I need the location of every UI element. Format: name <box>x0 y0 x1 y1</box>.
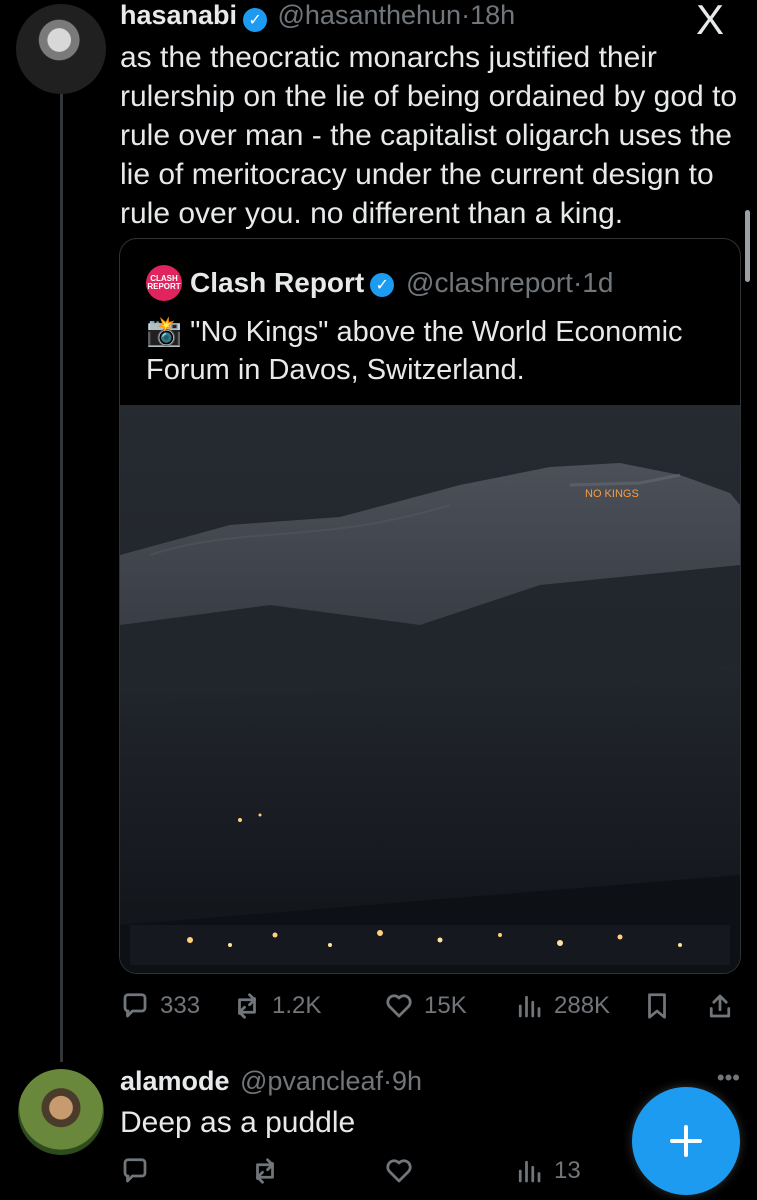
thread-connector <box>60 92 63 1062</box>
reply-icon <box>123 1158 147 1183</box>
more-options-icon[interactable]: ••• <box>660 1065 740 1091</box>
reply-icon <box>123 993 147 1018</box>
bookmark-icon <box>648 993 666 1019</box>
reply-reply-button[interactable] <box>120 1156 150 1186</box>
davos-night-photo: NO KINGS <box>120 405 740 973</box>
quote-author-handle[interactable]: @clashreport <box>406 267 573 298</box>
retweet-count: 1.2K <box>272 992 322 1019</box>
tweet-text: as the theocratic monarchs justified the… <box>120 41 738 230</box>
reply-count: 333 <box>160 992 201 1019</box>
avatar[interactable] <box>16 4 106 94</box>
views-icon <box>518 995 541 1018</box>
plus-icon <box>670 1125 702 1157</box>
like-count: 15K <box>424 992 467 1019</box>
reply-author-handle[interactable]: @pvancleaf <box>240 1066 383 1096</box>
quote-time[interactable]: 1d <box>582 267 613 298</box>
no-kings-sign: NO KINGS <box>585 488 639 500</box>
quote-body: "No Kings" above the World Economic Foru… <box>146 316 683 386</box>
scrollbar[interactable] <box>745 210 750 282</box>
views-count: 288K <box>554 992 611 1019</box>
reply-author-name[interactable]: alamode <box>120 1066 230 1096</box>
quote-separator-dot: · <box>572 267 583 298</box>
quote-author-name[interactable]: Clash Report <box>190 267 364 298</box>
camera-flash-emoji: 📸 <box>146 316 183 348</box>
retweet-icon <box>256 1158 274 1184</box>
compose-button[interactable] <box>632 1087 740 1195</box>
reply-retweet-button[interactable] <box>250 1156 280 1186</box>
reply-views-button[interactable]: 13 <box>514 1156 581 1186</box>
views-icon <box>518 1160 541 1183</box>
views-button[interactable]: 288K <box>514 991 610 1021</box>
verified-badge-icon: ✓ <box>243 7 268 32</box>
separator-dot: · <box>461 0 471 30</box>
bookmark-button[interactable] <box>642 991 672 1021</box>
reply-separator-dot: · <box>383 1066 392 1096</box>
reply-like-button[interactable] <box>384 1156 414 1186</box>
heart-icon <box>386 1159 412 1183</box>
like-button[interactable]: 15K <box>384 991 467 1021</box>
reply-button[interactable]: 333 <box>120 991 200 1021</box>
heart-icon <box>386 994 412 1018</box>
tweet-actions: 333 1.2K 15K 288K <box>120 988 740 1024</box>
retweet-button[interactable]: 1.2K <box>232 991 321 1021</box>
reply-text: Deep as a puddle <box>120 1106 356 1139</box>
share-button[interactable] <box>705 991 735 1021</box>
reply-views-count: 13 <box>554 1157 581 1184</box>
reply-time[interactable]: 9h <box>392 1066 422 1096</box>
reply-avatar[interactable] <box>18 1069 104 1155</box>
quoted-tweet[interactable]: CLASH REPORT Clash Report ✓ @clashreport·… <box>119 238 741 974</box>
retweet-icon <box>238 993 256 1019</box>
author-handle[interactable]: @hasanthehun <box>278 0 462 30</box>
reply-actions: 13 <box>120 1153 640 1189</box>
author-name[interactable]: hasanabi <box>120 0 237 30</box>
quote-media[interactable]: NO KINGS <box>120 405 740 973</box>
quote-header: Clash Report ✓ @clashreport·1d <box>190 267 613 299</box>
quote-verified-badge-icon: ✓ <box>370 272 395 297</box>
quote-text: 📸 "No Kings" above the World Economic Fo… <box>146 313 726 389</box>
tweet-header: hasanabi ✓ @hasanthehun·18h <box>120 0 720 32</box>
x-logo-icon[interactable]: X <box>682 0 738 41</box>
quote-avatar[interactable]: CLASH REPORT <box>146 265 182 301</box>
tweet-time[interactable]: 18h <box>470 0 515 30</box>
reply-header: alamode @pvancleaf·9h <box>120 1066 640 1097</box>
share-icon <box>709 994 731 1018</box>
